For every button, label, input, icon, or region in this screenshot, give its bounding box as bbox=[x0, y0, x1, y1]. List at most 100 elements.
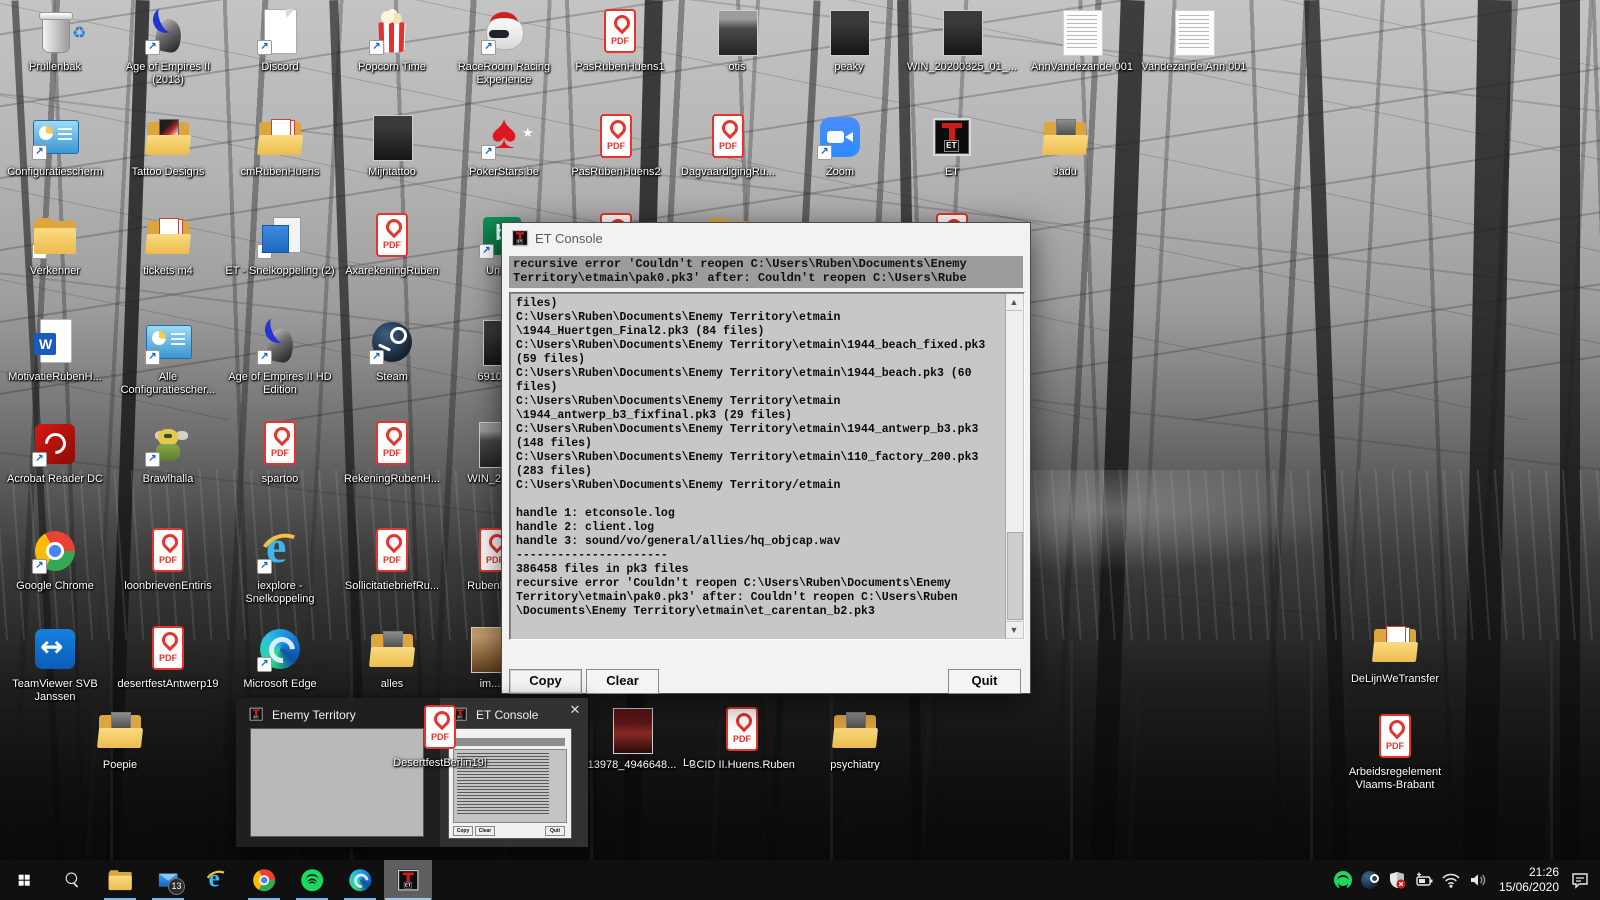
pdf-icon bbox=[592, 113, 640, 161]
defender-tray-icon[interactable] bbox=[1387, 870, 1407, 890]
icon-label: loonbrievenEntiris bbox=[113, 580, 223, 593]
desktop-icon-pokerstars-be[interactable]: ↗PokerStars.be bbox=[449, 113, 559, 179]
desktop-icon-steam[interactable]: ↗Steam bbox=[337, 318, 447, 384]
icon-label: Mijntattoo bbox=[337, 166, 447, 179]
desktop-icon-alles[interactable]: alles bbox=[337, 625, 447, 691]
desktop-icon-prullenbak[interactable]: Prullenbak bbox=[0, 8, 110, 74]
desktop-icon-brawlhalla[interactable]: ↗Brawlhalla bbox=[113, 420, 223, 486]
desktop-icon-spartoo[interactable]: spartoo bbox=[225, 420, 335, 486]
icon-label: RekeningRubenH... bbox=[337, 473, 447, 486]
desktop-icon-popcorn-time[interactable]: ↗Popcorn Time bbox=[337, 8, 447, 74]
scan-icon bbox=[1058, 8, 1106, 56]
icon-label: otis bbox=[682, 61, 792, 74]
quit-button[interactable]: Quit bbox=[948, 669, 1021, 694]
desktop-icon-motivatierubenh[interactable]: MotivatieRubenH... bbox=[0, 318, 110, 384]
pdf-icon bbox=[144, 625, 192, 673]
icon-label: Google Chrome bbox=[0, 580, 110, 593]
desktop-icon-et-snelkoppeling-2[interactable]: ↗ET - Snelkoppeling (2) bbox=[225, 212, 335, 278]
icon-label: iexplore - Snelkoppeling bbox=[225, 580, 335, 606]
desktop-icon-annvandezande-001[interactable]: AnnVandezande 001 bbox=[1027, 8, 1137, 74]
desktop-icon-alle-configuratiescher[interactable]: ↗Alle Configuratiescher... bbox=[113, 318, 223, 397]
desktop-icon-raceroom-racing-experience[interactable]: ↗RaceRoom Racing Experience bbox=[449, 8, 559, 87]
taskbar-clock[interactable]: 21:26 15/06/2020 bbox=[1495, 865, 1563, 895]
desktop-icon-cmrubenhuens[interactable]: cmRubenHuens bbox=[225, 113, 335, 179]
desktop-icon-axarekeningruben[interactable]: AxarekeningRuben bbox=[337, 212, 447, 278]
desktop-icon-age-of-empires-ii-hd-edition[interactable]: ↗Age of Empires II HD Edition bbox=[225, 318, 335, 397]
scrollbar-thumb[interactable] bbox=[1007, 532, 1023, 620]
taskbar-button-mail[interactable]: 13 bbox=[144, 860, 192, 900]
desktop-icon-vandezande-ann-001[interactable]: Vandezande.Ann 001 bbox=[1139, 8, 1249, 74]
copy-button[interactable]: Copy bbox=[509, 669, 582, 694]
scroll-up-icon[interactable]: ▲ bbox=[1006, 294, 1022, 311]
scrollbar[interactable]: ▲ ▼ bbox=[1005, 294, 1023, 638]
desktop-icon-age-of-empires-ii-2013[interactable]: ↗Age of Empires II (2013) bbox=[113, 8, 223, 87]
desktop-icon-psychiatry[interactable]: psychiatry bbox=[800, 706, 910, 772]
wifi-tray-icon[interactable] bbox=[1441, 870, 1461, 890]
window-titlebar[interactable]: ET Console bbox=[502, 223, 1030, 253]
shortcut-arrow-overlay: ↗ bbox=[481, 40, 496, 55]
icon-label: 13978_4946648... bbox=[577, 759, 687, 772]
desktop-icon-google-chrome[interactable]: ↗Google Chrome bbox=[0, 527, 110, 593]
folder-pdf-icon bbox=[256, 113, 304, 161]
folder-icon: ↗ bbox=[31, 212, 79, 260]
folder-pdf-icon bbox=[1371, 620, 1419, 668]
action-center-icon[interactable] bbox=[1570, 870, 1590, 890]
spotify-tray-icon[interactable] bbox=[1333, 870, 1353, 890]
helmet-icon: ↗ bbox=[256, 318, 304, 366]
desktop-icon-jadu[interactable]: Jadu bbox=[1010, 113, 1120, 179]
taskbar-button-chrome[interactable] bbox=[240, 860, 288, 900]
desktop-icon-scid-ii-huens-ruben[interactable]: SCID II.Huens.Ruben bbox=[687, 706, 797, 772]
desktop-icon-pasrubenhuens2[interactable]: PasRubenHuens2 bbox=[561, 113, 671, 179]
desktop-icon-sollicitatiebriefru[interactable]: SollicitatiebriefRu... bbox=[337, 527, 447, 593]
desktop-icon-iexplore-snelkoppeling[interactable]: ↗ iexplore - Snelkoppeling bbox=[225, 527, 335, 606]
desktop-icon-acrobat-reader-dc[interactable]: ↗Acrobat Reader DC bbox=[0, 420, 110, 486]
clock-time: 21:26 bbox=[1499, 865, 1559, 880]
desktop-icon-zoom[interactable]: ↗Zoom bbox=[785, 113, 895, 179]
taskbar-button-spotify[interactable] bbox=[288, 860, 336, 900]
volume-tray-icon[interactable] bbox=[1468, 870, 1488, 890]
desktop-icon-13978-4946648[interactable]: 13978_4946648... bbox=[577, 706, 687, 772]
desktop-icon-delijnwetransfer[interactable]: DeLijnWeTransfer bbox=[1340, 620, 1450, 686]
icon-label: SCID II.Huens.Ruben bbox=[687, 759, 797, 772]
desktop-icon-desertfestantwerp19[interactable]: desertfestAntwerp19 bbox=[113, 625, 223, 691]
desktop-icon-arbeidsregelement-vlaams-brabant[interactable]: Arbeidsregelement Vlaams-Brabant bbox=[1340, 713, 1450, 792]
desktop-icon-et[interactable]: ET bbox=[897, 113, 1007, 179]
taskbar-button-search[interactable] bbox=[48, 860, 96, 900]
scroll-down-icon[interactable]: ▼ bbox=[1006, 621, 1022, 638]
icon-label: Configuratiescherm bbox=[0, 166, 110, 179]
desktop-icon-win-20200325-01[interactable]: WIN_20200325_01_... bbox=[907, 8, 1017, 74]
taskbar-button-internet-explorer[interactable] bbox=[192, 860, 240, 900]
desktop-icon-pasrubenhuens1[interactable]: PasRubenHuens1 bbox=[565, 8, 675, 74]
battery-tray-icon[interactable] bbox=[1414, 870, 1434, 890]
desktop-icon-mijntattoo[interactable]: Mijntattoo bbox=[337, 113, 447, 179]
shortcut-arrow-overlay: ↗ bbox=[817, 145, 832, 160]
shortcut-arrow-overlay: ↗ bbox=[145, 350, 160, 365]
desktop-icon-verkenner[interactable]: ↗Verkenner bbox=[0, 212, 110, 278]
shortcut-arrow-overlay: ↗ bbox=[257, 40, 272, 55]
desktop-icon-otis[interactable]: otis bbox=[682, 8, 792, 74]
thumbnail-close-icon[interactable]: ✕ bbox=[564, 700, 586, 720]
desktop-icon-teamviewer-svb-janssen[interactable]: TeamViewer SVB Janssen bbox=[0, 625, 110, 704]
icon-label: PasRubenHuens2 bbox=[561, 166, 671, 179]
desktop-icon-microsoft-edge[interactable]: ↗Microsoft Edge bbox=[225, 625, 335, 691]
clear-button[interactable]: Clear bbox=[586, 669, 659, 694]
desktop-icon-rekeningrubenh[interactable]: RekeningRubenH... bbox=[337, 420, 447, 486]
taskbar-button-file-explorer[interactable] bbox=[96, 860, 144, 900]
desktop-icon-loonbrievenentiris[interactable]: loonbrievenEntiris bbox=[113, 527, 223, 593]
taskbar-button-enemy-territory[interactable] bbox=[384, 860, 432, 900]
shortcut-arrow-overlay: ↗ bbox=[257, 559, 272, 574]
desktop-icon-poepie[interactable]: Poepie bbox=[65, 706, 175, 772]
folder-photo-icon bbox=[96, 706, 144, 754]
taskbar-button-start[interactable] bbox=[0, 860, 48, 900]
taskbar-button-edge[interactable] bbox=[336, 860, 384, 900]
desktop-icon-tattoo-designs[interactable]: Tattoo Designs bbox=[113, 113, 223, 179]
desktop-icon-desertfestberlin19[interactable]: DesertfestBerlin19! bbox=[385, 704, 495, 770]
desktop-icon-dagvaardigingru[interactable]: DagvaardigingRu... bbox=[673, 113, 783, 179]
popcorn-icon: ↗ bbox=[368, 8, 416, 56]
desktop-icon-tickets-m4[interactable]: tickets m4 bbox=[113, 212, 223, 278]
desktop-icon-peaky[interactable]: peaky bbox=[794, 8, 904, 74]
window-title: ET Console bbox=[535, 231, 603, 246]
desktop-icon-discord[interactable]: ↗Discord bbox=[225, 8, 335, 74]
desktop-icon-configuratiescherm[interactable]: ↗Configuratiescherm bbox=[0, 113, 110, 179]
steam-tray-icon[interactable] bbox=[1360, 870, 1380, 890]
